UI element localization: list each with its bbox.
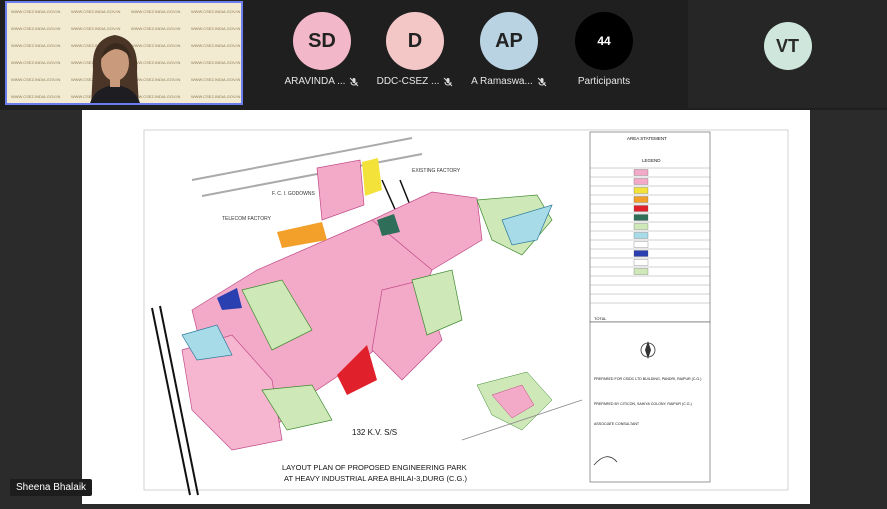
legend-swatch: [633, 232, 649, 239]
watermark-text: WWW.CSEZ.INDIA.GOV.IN: [191, 43, 241, 48]
participant-avatar: D: [386, 12, 444, 70]
legend-label: LEGEND: [642, 158, 661, 163]
legend-swatch: [633, 187, 649, 194]
participant-tile-1[interactable]: SD ARAVINDA ...: [276, 0, 368, 108]
prepared-for-label: PREPARED FOR CSIDC LTD BUILDING, PANDRI,…: [594, 377, 701, 381]
watermark-text: WWW.CSEZ.INDIA.GOV.IN: [191, 9, 241, 14]
watermark-text: WWW.CSEZ.INDIA.GOV.IN: [11, 77, 61, 82]
watermark-text: WWW.CSEZ.INDIA.GOV.IN: [131, 9, 181, 14]
shared-screen: F. C. I. GODOWNS EXISTING FACTORY TELECO…: [82, 110, 810, 504]
self-name-tag: Sheena Bhalaik: [10, 479, 93, 496]
spotlight-avatar: VT: [763, 22, 812, 70]
participant-name: ARAVINDA ...: [284, 76, 346, 87]
self-video-tile[interactable]: WWW.CSEZ.INDIA.GOV.IN WWW.CSEZ.INDIA.GOV.…: [5, 1, 243, 105]
person-figure: [90, 35, 140, 103]
table-total-label: TOTAL: [594, 316, 607, 321]
participant-name: DDC-CSEZ ...: [376, 76, 440, 87]
legend-swatch: [633, 223, 649, 230]
watermark-text: WWW.CSEZ.INDIA.GOV.IN: [11, 43, 61, 48]
participant-avatar: AP: [480, 12, 538, 70]
plan-title-line2: AT HEAVY INDUSTRIAL AREA BHILAI-3,DURG (…: [284, 474, 467, 483]
participants-button[interactable]: 44 Participants: [558, 0, 650, 108]
watermark-text: WWW.CSEZ.INDIA.GOV.IN: [191, 94, 241, 99]
prepared-by-label: PREPARED BY CITICON, SAHIYA COLONY, RAIP…: [594, 402, 692, 406]
area-statement-label: AREA STATEMENT: [627, 136, 667, 141]
legend-swatch: [633, 178, 649, 185]
watermark-text: WWW.CSEZ.INDIA.GOV.IN: [191, 77, 241, 82]
mic-muted-icon: [537, 77, 547, 86]
plan-title-line1: LAYOUT PLAN OF PROPOSED ENGINEERING PARK: [282, 463, 467, 472]
substation-label: 132 K.V. S/S: [352, 428, 397, 437]
fci-godowns-label: F. C. I. GODOWNS: [272, 191, 315, 197]
legend-swatch: [633, 205, 649, 212]
legend-swatch: [633, 196, 649, 203]
participants-count-badge: 44: [575, 12, 633, 70]
watermark-text: WWW.CSEZ.INDIA.GOV.IN: [11, 26, 61, 31]
mic-muted-icon: [350, 77, 359, 86]
existing-factory-label: EXISTING FACTORY: [412, 168, 461, 174]
legend-swatch: [633, 214, 649, 221]
watermark-text: WWW.CSEZ.INDIA.GOV.IN: [191, 60, 241, 65]
layout-plan-drawing: F. C. I. GODOWNS EXISTING FACTORY TELECO…: [143, 129, 789, 496]
legend-swatch: [633, 241, 649, 248]
legend-swatch: [633, 169, 649, 176]
legend-swatch: [633, 268, 649, 275]
watermark-text: WWW.CSEZ.INDIA.GOV.IN: [191, 26, 241, 31]
participant-tile-3[interactable]: AP A Ramaswa...: [463, 0, 555, 108]
watermark-text: WWW.CSEZ.INDIA.GOV.IN: [11, 9, 61, 14]
participant-avatar: SD: [293, 12, 351, 70]
legend-swatch: [633, 250, 649, 257]
participants-label: Participants: [577, 76, 631, 87]
watermark-text: WWW.CSEZ.INDIA.GOV.IN: [11, 60, 61, 65]
associate-consultant-label: ASSOCIATE CONSULTANT: [594, 422, 640, 426]
participant-tile-2[interactable]: D DDC-CSEZ ...: [369, 0, 461, 108]
spotlight-tile[interactable]: VT: [688, 0, 887, 108]
mic-muted-icon: [444, 77, 453, 86]
telecom-factory-label: TELECOM FACTORY: [222, 216, 272, 222]
participant-name: A Ramaswa...: [471, 76, 533, 87]
watermark-text: WWW.CSEZ.INDIA.GOV.IN: [71, 9, 121, 14]
watermark-text: WWW.CSEZ.INDIA.GOV.IN: [11, 94, 61, 99]
legend-swatch: [633, 259, 649, 266]
